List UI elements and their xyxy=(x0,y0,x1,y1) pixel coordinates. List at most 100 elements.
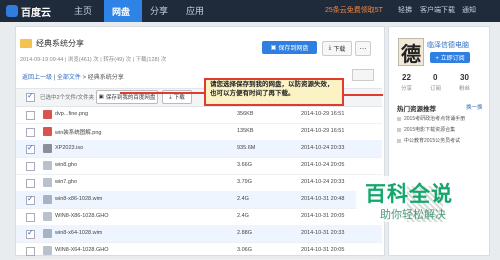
stat-shares: 22 xyxy=(402,73,411,82)
file-name[interactable]: WIN8-X64-1028.GHO xyxy=(55,247,109,253)
client-download-link[interactable]: 客户端下载 xyxy=(420,5,455,15)
hot-item-label: 中公教育2015公务员考试 xyxy=(404,138,461,144)
nav-home[interactable]: 主页 xyxy=(74,4,92,17)
file-row[interactable]: win8.gho 3.66G 2014-10-24 20:05 xyxy=(16,157,382,175)
file-date: 2014-10-31 20:33 xyxy=(301,230,345,236)
user-menu[interactable]: 轻拂 xyxy=(398,5,412,15)
stat-subs-label: 订阅 xyxy=(430,86,442,92)
watermark-title: 百科全说 xyxy=(365,183,453,206)
file-row[interactable]: WIN8-X86-1028.GHO 2.4G 2014-10-31 20:05 xyxy=(16,208,382,226)
logo-text: 百度云 xyxy=(21,7,51,19)
file-row[interactable]: win8-x86-1028.wim 2.4G 2014-10-31 20:48 xyxy=(16,191,382,209)
file-row[interactable]: win8-x64-1028.wim 2.88G 2014-10-31 20:33 xyxy=(16,225,382,243)
cloud-logo-icon xyxy=(6,5,18,17)
file-row[interactable]: win装系统图解.png 135KB 2014-10-29 16:51 xyxy=(16,123,382,141)
file-size: 135KB xyxy=(237,128,254,134)
subscribe-button[interactable]: + 立即订阅 xyxy=(430,52,470,63)
file-size: 3.06G xyxy=(237,247,252,253)
file-date: 2014-10-29 16:51 xyxy=(301,111,345,117)
file-name[interactable]: WIN8-X86-1028.GHO xyxy=(55,213,109,219)
file-size: 3.66G xyxy=(237,162,252,168)
save-to-disk-button[interactable]: ▣ 保存到网盘 xyxy=(262,41,317,54)
save-button-label: 保存到网盘 xyxy=(278,46,309,52)
file-icon xyxy=(43,178,52,187)
promo-link[interactable]: 25条云免费领取5T xyxy=(325,5,383,15)
view-toggle[interactable] xyxy=(352,69,374,81)
download-button[interactable]: ⤓ 下载 xyxy=(322,41,352,56)
hot-item-label: 2015电影下载资源合集 xyxy=(404,127,456,133)
file-checkbox[interactable] xyxy=(26,111,35,120)
file-name[interactable]: dvp...fine.png xyxy=(55,111,88,117)
download-selected-label: 下载 xyxy=(173,95,185,101)
file-row[interactable]: XP2023.iso 935.6M 2014-10-24 20:33 xyxy=(16,140,382,158)
file-date: 2014-10-31 20:48 xyxy=(301,196,345,202)
avatar[interactable]: 德 xyxy=(398,38,424,66)
save-selected-label: 保存到我的百度网盘 xyxy=(105,95,156,101)
file-name[interactable]: win装系统图解.png xyxy=(55,128,101,136)
file-name[interactable]: win8-x64-1028.wim xyxy=(55,230,102,236)
hot-item-label: 2015考研政治考点背诵手册 xyxy=(404,116,466,122)
nav-netdisk[interactable]: 网盘 xyxy=(104,0,142,22)
file-row[interactable]: win7.gho 3.79G 2014-10-24 20:33 xyxy=(16,174,382,192)
download-button-label: 下载 xyxy=(333,47,346,53)
file-checkbox[interactable] xyxy=(26,128,35,137)
thumb-icon xyxy=(397,138,401,143)
file-checkbox[interactable] xyxy=(26,247,35,256)
folder-icon xyxy=(20,39,32,48)
file-checkbox[interactable] xyxy=(26,143,35,154)
file-date: 2014-10-24 20:33 xyxy=(301,179,345,185)
thumb-icon xyxy=(397,116,401,121)
file-checkbox[interactable] xyxy=(26,179,35,188)
hot-item[interactable]: 中公教育2015公务员考试 xyxy=(397,137,460,144)
refresh-hot-link[interactable]: 换一换 xyxy=(466,103,483,111)
file-row[interactable]: WIN8-X64-1028.GHO 3.06G 2014-10-31 20:05 xyxy=(16,242,382,260)
file-row[interactable]: dvp...fine.png 356KB 2014-10-29 16:51 xyxy=(16,106,382,124)
file-name[interactable]: win8.gho xyxy=(55,162,77,168)
file-size: 2.4G xyxy=(237,213,249,219)
file-icon xyxy=(43,229,52,238)
more-button[interactable]: ⋯ xyxy=(355,41,371,56)
breadcrumb-current: 经典系统分享 xyxy=(87,75,124,81)
logo[interactable]: 百度云 xyxy=(6,3,51,19)
share-title: 经典系统分享 xyxy=(36,39,84,48)
file-size: 356KB xyxy=(237,111,254,117)
file-date: 2014-10-31 20:05 xyxy=(301,213,345,219)
nav-apps[interactable]: 应用 xyxy=(186,4,204,17)
hot-item[interactable]: 2015考研政治考点背诵手册 xyxy=(397,115,465,122)
nav-share[interactable]: 分享 xyxy=(150,4,168,17)
thumb-icon xyxy=(397,127,401,132)
file-checkbox[interactable] xyxy=(26,228,35,239)
notifications-link[interactable]: 通知 xyxy=(462,5,476,15)
file-icon xyxy=(43,161,52,170)
file-name[interactable]: win7.gho xyxy=(55,179,77,185)
file-checkbox[interactable] xyxy=(26,194,35,205)
callout-arrow xyxy=(120,92,204,94)
file-icon xyxy=(43,127,52,136)
uploader-name[interactable]: 临泽信德电脑 xyxy=(427,40,469,50)
stat-fans-label: 粉丝 xyxy=(459,86,471,92)
share-meta: 2014-09-19 09:44 | 浏览(461) 次 | 转存(49) 次 … xyxy=(20,57,167,63)
file-checkbox[interactable] xyxy=(26,213,35,222)
hot-item[interactable]: 2015电影下载资源合集 xyxy=(397,126,455,133)
stat-subs: 0 xyxy=(433,73,438,82)
breadcrumb-all[interactable]: 全部文件 xyxy=(57,75,81,81)
file-date: 2014-10-31 20:05 xyxy=(301,247,345,253)
file-date: 2014-10-29 16:51 xyxy=(301,128,345,134)
breadcrumb-back[interactable]: 返回上一级 xyxy=(22,75,52,81)
file-size: 2.4G xyxy=(237,196,249,202)
instruction-callout: 请您选择保存到我的网盘，以防资源失效，也可以方便有时间了再下载。 xyxy=(204,78,344,106)
selected-count: 已选中2个文件/文件夹 xyxy=(40,95,95,101)
file-icon xyxy=(43,110,52,119)
download-icon: ⤓ xyxy=(328,45,332,51)
select-all-checkbox[interactable] xyxy=(26,91,35,102)
file-icon xyxy=(43,212,52,221)
download-icon: ⤓ xyxy=(169,93,172,100)
file-name[interactable]: XP2023.iso xyxy=(55,145,83,151)
file-icon xyxy=(43,195,52,204)
breadcrumb: 返回上一级 | 全部文件 > 经典系统分享 xyxy=(22,72,124,81)
callout-arrow-right xyxy=(343,94,383,96)
file-size: 935.6M xyxy=(237,145,256,151)
nav-netdisk-label: 网盘 xyxy=(112,7,131,17)
file-checkbox[interactable] xyxy=(26,162,35,171)
file-name[interactable]: win8-x86-1028.wim xyxy=(55,196,102,202)
